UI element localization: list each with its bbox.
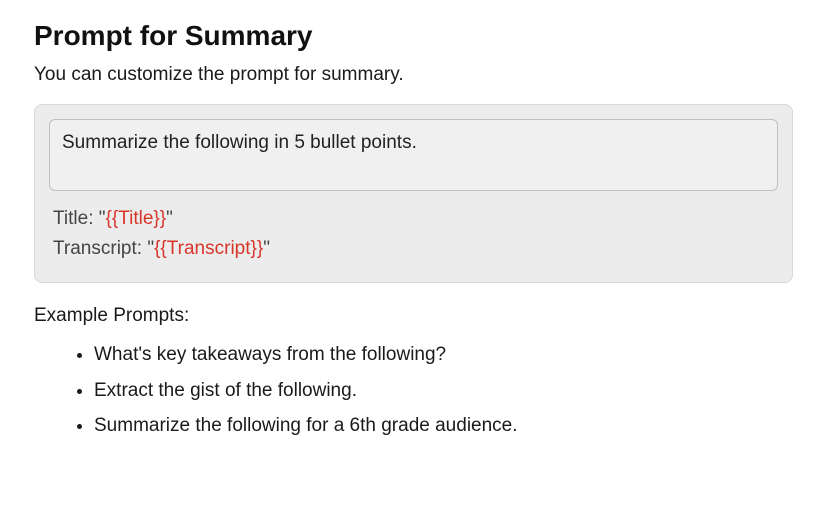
list-item: Summarize the following for a 6th grade … xyxy=(94,412,793,440)
page-title: Prompt for Summary xyxy=(34,20,793,52)
template-title-var: {{Title}} xyxy=(106,208,167,229)
prompt-textarea[interactable] xyxy=(49,119,778,191)
template-title-line: Title: "{{Title}}" xyxy=(53,208,778,230)
template-transcript-line: Transcript: "{{Transcript}}" xyxy=(53,238,778,260)
template-preview: Title: "{{Title}}" Transcript: "{{Transc… xyxy=(49,208,778,260)
template-title-suffix: " xyxy=(166,208,173,229)
list-item: Extract the gist of the following. xyxy=(94,377,793,405)
page-description: You can customize the prompt for summary… xyxy=(34,64,793,86)
template-transcript-prefix: Transcript: " xyxy=(53,238,154,259)
prompt-panel: Title: "{{Title}}" Transcript: "{{Transc… xyxy=(34,104,793,283)
list-item: What's key takeaways from the following? xyxy=(94,341,793,369)
template-transcript-var: {{Transcript}} xyxy=(154,238,263,259)
example-list: What's key takeaways from the following?… xyxy=(34,341,793,440)
template-title-prefix: Title: " xyxy=(53,208,106,229)
template-transcript-suffix: " xyxy=(263,238,270,259)
example-heading: Example Prompts: xyxy=(34,305,793,327)
